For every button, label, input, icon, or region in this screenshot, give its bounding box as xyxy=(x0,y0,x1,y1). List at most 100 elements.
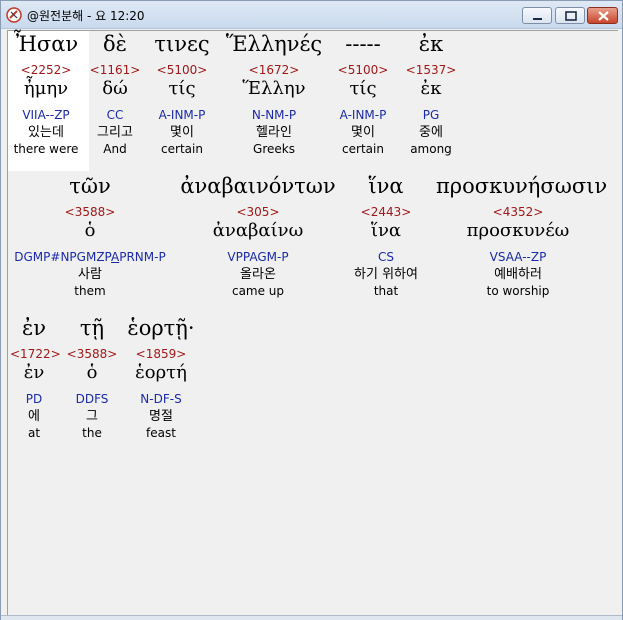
lemma: ἐκ xyxy=(420,78,442,99)
korean-gloss: 하기 위하여 xyxy=(354,267,418,282)
morphology-code-part: DGMP#NPGMZP xyxy=(14,250,112,264)
lemma: ἦμην xyxy=(23,78,69,99)
morphology-code: CC xyxy=(106,108,124,122)
korean-gloss: 올라온 xyxy=(240,267,276,282)
lemma: Ἕλλην xyxy=(242,78,306,99)
english-gloss: feast xyxy=(146,426,176,440)
korean-gloss: 헬라인 xyxy=(256,125,292,140)
korean-gloss: 에 xyxy=(28,409,40,424)
morphology-code: N-NM-P xyxy=(251,108,297,122)
english-gloss: Greeks xyxy=(253,142,295,156)
english-gloss: And xyxy=(103,142,127,156)
greek-word: ἑορτῇ· xyxy=(127,316,195,340)
morphology-code-part: PRNM-P xyxy=(119,250,166,264)
word-cell[interactable]: ἵνα <2443> ἵνα CS 하기 위하여 that xyxy=(336,173,436,301)
strongs-number[interactable]: <305> xyxy=(180,201,336,219)
word-cell[interactable]: τῇ <3588> ὁ DDFS 그 the xyxy=(66,315,118,443)
greek-word: τῶν xyxy=(69,174,111,198)
strongs-number[interactable]: <5100> xyxy=(146,59,218,77)
morphology-code: CS xyxy=(378,250,394,264)
strongs-number[interactable]: <1722> xyxy=(10,343,61,361)
greek-word: Ἕλληνές xyxy=(225,32,323,56)
lemma: ἐν xyxy=(23,362,45,383)
morphology-code: A-INM-P xyxy=(158,108,206,122)
strongs-number[interactable]: <5100> xyxy=(330,59,396,77)
lemma: ἀναβαίνω xyxy=(212,220,304,241)
interlinear-panel: Ἦσαν <2252> ἦμην VIIA--ZP 있는데 there were… xyxy=(7,30,618,615)
word-cell[interactable]: ----- <5100> τίς A-INM-P 몇이 certain xyxy=(330,31,396,159)
lemma: τίς xyxy=(349,78,377,99)
word-cell[interactable]: Ἦσαν <2252> ἦμην VIIA--ZP 있는데 there were xyxy=(8,31,84,159)
word-cell[interactable]: ἐν <1722> ἐν PD 에 at xyxy=(10,315,61,443)
korean-gloss: 중에 xyxy=(419,125,443,140)
close-icon xyxy=(598,11,609,21)
window-title: @원전분해 - 요 12:20 xyxy=(27,9,145,23)
maximize-button[interactable] xyxy=(555,7,585,24)
morphology-code: PD xyxy=(25,392,43,406)
word-cell[interactable]: δὲ <1161> δώ CC 그리고 And xyxy=(87,31,143,159)
minimize-button[interactable] xyxy=(522,7,552,24)
greek-word: ----- xyxy=(345,32,381,56)
strongs-number[interactable]: <2443> xyxy=(336,201,436,219)
morphology-code: VSAA--ZP xyxy=(489,250,547,264)
english-gloss: certain xyxy=(342,142,384,156)
title-bar[interactable]: @원전분해 - 요 12:20 xyxy=(1,1,622,29)
korean-gloss: 몇이 xyxy=(170,125,194,140)
greek-word: ἐκ xyxy=(418,32,444,56)
korean-gloss: 예배하러 xyxy=(494,267,542,282)
english-gloss: to worship xyxy=(486,284,550,298)
app-window: @원전분해 - 요 12:20 Ἦσαν <2252> ἦμην VIIA--Z… xyxy=(0,0,623,620)
window-bottom-border xyxy=(1,615,622,620)
english-gloss: came up xyxy=(231,284,285,298)
korean-gloss: 사람 xyxy=(78,267,102,282)
strongs-number[interactable]: <4352> xyxy=(436,201,600,219)
morphology-code: DDFS xyxy=(75,392,109,406)
morphology-code: DGMP#NPGMZPAPRNM-P xyxy=(8,249,172,266)
korean-gloss: 그 xyxy=(86,409,98,424)
lemma: ὁ xyxy=(86,362,98,383)
morphology-code: A-INM-P xyxy=(339,108,387,122)
greek-word: Ἦσαν xyxy=(13,32,79,56)
word-cell[interactable]: προσκυνήσωσιν <4352> προσκυνέω VSAA--ZP … xyxy=(436,173,608,301)
strongs-number[interactable]: <3588> xyxy=(8,201,172,219)
word-cell[interactable]: ἐκ <1537> ἐκ PG 중에 among xyxy=(398,31,464,159)
morphology-code: PG xyxy=(422,108,440,122)
morphology-code: N-DF-S xyxy=(140,392,182,406)
lemma: τίς xyxy=(168,78,196,99)
morphology-code: VIIA--ZP xyxy=(22,108,70,122)
word-cell[interactable]: ἑορτῇ· <1859> ἑορτή N-DF-S 명절 feast xyxy=(120,315,202,443)
word-cell[interactable]: τῶν <3588> ὁ DGMP#NPGMZPAPRNM-P 사람 them xyxy=(8,173,172,301)
lemma: προσκυνέω xyxy=(466,220,570,241)
morphology-code-part: A xyxy=(111,250,120,264)
strongs-number[interactable]: <1161> xyxy=(87,59,143,77)
close-button[interactable] xyxy=(587,7,618,24)
word-cell[interactable]: Ἕλληνές <1672> Ἕλλην N-NM-P 헬라인 Greeks xyxy=(218,31,330,159)
english-gloss: the xyxy=(82,426,102,440)
strongs-number[interactable]: <1537> xyxy=(398,59,464,77)
minimize-icon xyxy=(533,18,542,20)
english-gloss: them xyxy=(74,284,106,298)
korean-gloss: 몇이 xyxy=(351,125,375,140)
english-gloss: there were xyxy=(13,142,79,156)
greek-word: ἵνα xyxy=(368,174,404,198)
word-cell[interactable]: ἀναβαινόντων <305> ἀναβαίνω VPPAGM-P 올라온… xyxy=(180,173,336,301)
word-cell[interactable]: τινες <5100> τίς A-INM-P 몇이 certain xyxy=(146,31,218,159)
strongs-number[interactable]: <3588> xyxy=(66,343,118,361)
lemma: ἵνα xyxy=(370,220,402,241)
korean-gloss: 있는데 xyxy=(28,125,64,140)
greek-word: τῇ xyxy=(79,316,105,340)
english-gloss: that xyxy=(373,284,399,298)
greek-word: προσκυνήσωσιν xyxy=(436,174,608,198)
english-gloss: certain xyxy=(161,142,203,156)
lemma: ὁ xyxy=(84,220,96,241)
strongs-number[interactable]: <1859> xyxy=(120,343,202,361)
lemma: ἑορτή xyxy=(135,362,187,383)
korean-gloss: 그리고 xyxy=(97,125,133,140)
strongs-number[interactable]: <1672> xyxy=(218,59,330,77)
morphology-code: VPPAGM-P xyxy=(227,250,289,264)
app-logo-icon xyxy=(6,7,22,23)
strongs-number[interactable]: <2252> xyxy=(8,59,84,77)
english-gloss: at xyxy=(27,426,41,440)
greek-word: ἀναβαινόντων xyxy=(180,174,336,198)
maximize-icon xyxy=(565,11,577,21)
